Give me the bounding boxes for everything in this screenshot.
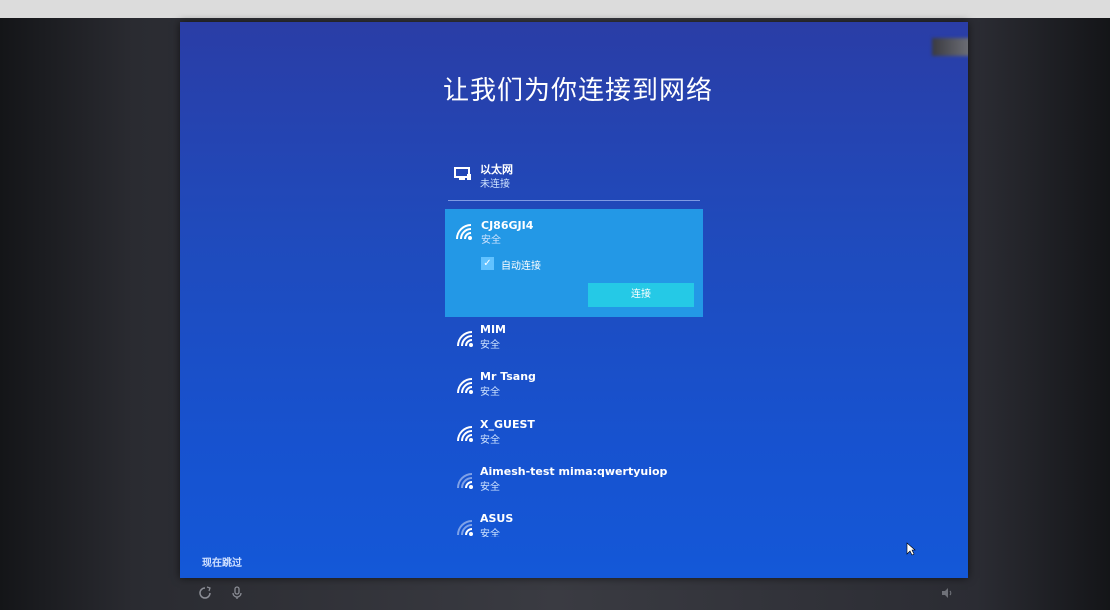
network-name: X_GUEST: [480, 418, 535, 431]
connect-button[interactable]: 连接: [588, 283, 694, 307]
oobe-network-screen: 让我们为你连接到网络 以太网 未连接 CJ86GJI4 安全 ✓ 自动连接 连接: [180, 22, 968, 578]
microphone-icon[interactable]: [230, 586, 244, 600]
network-item[interactable]: MIM 安全: [448, 320, 700, 360]
network-status: 安全: [480, 482, 500, 493]
divider: [448, 200, 700, 201]
network-name: Mr Tsang: [480, 370, 536, 383]
ease-of-access-icon[interactable]: [198, 586, 212, 600]
network-item[interactable]: Mr Tsang 安全: [448, 367, 700, 407]
wifi-icon: [457, 378, 473, 394]
network-status: 未连接: [480, 179, 510, 190]
mouse-cursor-icon: [906, 542, 916, 556]
bottom-bar: [180, 578, 968, 610]
wifi-icon: [457, 331, 473, 347]
network-status: 安全: [480, 340, 500, 351]
top-strip: [0, 0, 1110, 18]
skip-link[interactable]: 现在跳过: [202, 554, 242, 569]
wifi-weak-icon: [457, 473, 473, 489]
network-status: 安全: [480, 529, 500, 537]
wifi-icon: [456, 224, 472, 240]
network-name: ASUS: [480, 512, 514, 525]
wifi-icon: [457, 426, 473, 442]
network-item-selected[interactable]: CJ86GJI4 安全 ✓ 自动连接 连接: [445, 209, 703, 317]
auto-connect-label: 自动连接: [501, 261, 541, 272]
network-name: Aimesh-test mima:qwertyuiop: [480, 465, 668, 478]
network-item[interactable]: Aimesh-test mima:qwertyuiop 安全: [448, 462, 700, 502]
blurred-region: [932, 38, 968, 56]
network-status: 安全: [480, 387, 500, 398]
network-item-ethernet[interactable]: 以太网 未连接: [448, 157, 700, 195]
volume-icon[interactable]: [940, 586, 954, 600]
network-status: 安全: [480, 435, 500, 446]
ethernet-icon: [454, 167, 471, 180]
auto-connect-checkbox[interactable]: ✓: [481, 257, 494, 270]
network-item[interactable]: ASUS 安全: [448, 509, 700, 537]
network-name: MIM: [480, 323, 506, 336]
network-item[interactable]: X_GUEST 安全: [448, 415, 700, 455]
network-status: 安全: [481, 235, 501, 246]
page-title: 让我们为你连接到网络: [442, 76, 713, 106]
wifi-weak-icon: [457, 520, 473, 536]
